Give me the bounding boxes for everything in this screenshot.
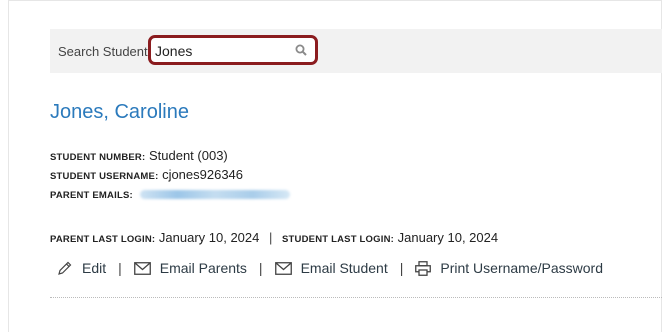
envelope-icon <box>133 261 151 275</box>
parent-last-login-label: PARENT LAST LOGIN: <box>50 234 156 245</box>
email-parents-button[interactable]: Email Parents <box>133 260 247 276</box>
envelope-icon <box>274 261 292 275</box>
student-last-login-value: January 10, 2024 <box>397 230 499 245</box>
student-number-row: STUDENT NUMBER: Student (003) <box>50 148 228 163</box>
parent-last-login-value: January 10, 2024 <box>158 230 260 245</box>
email-student-label: Email Student <box>300 260 388 276</box>
action-separator: | <box>118 260 122 276</box>
student-username-label: STUDENT USERNAME: <box>50 171 159 182</box>
action-separator: | <box>258 260 263 276</box>
student-number-value: Student (003) <box>148 148 228 163</box>
edit-button[interactable]: Edit <box>57 260 106 276</box>
frame-top-border <box>8 0 662 1</box>
student-number-label: STUDENT NUMBER: <box>50 152 146 163</box>
student-username-row: STUDENT USERNAME: cjones926346 <box>50 167 243 182</box>
search-bar: Search Students <box>50 29 662 73</box>
print-credentials-label: Print Username/Password <box>440 260 603 276</box>
search-icon[interactable] <box>295 44 307 56</box>
parent-emails-label: PARENT EMAILS: <box>50 190 133 201</box>
student-last-login-label: STUDENT LAST LOGIN: <box>282 234 395 245</box>
frame-left-border <box>8 0 9 332</box>
actions-bar: Edit | Email Parents | Email Student | P… <box>57 260 603 276</box>
section-divider <box>50 297 662 298</box>
login-row: PARENT LAST LOGIN: January 10, 2024 | ST… <box>50 230 498 245</box>
action-separator: | <box>399 260 404 276</box>
parent-emails-row: PARENT EMAILS: <box>50 186 291 201</box>
parent-emails-redacted[interactable] <box>140 190 291 200</box>
login-separator: | <box>269 230 273 245</box>
email-parents-label: Email Parents <box>159 260 247 276</box>
edit-label: Edit <box>82 260 107 276</box>
print-credentials-button[interactable]: Print Username/Password <box>415 260 603 276</box>
search-label: Search Students <box>58 44 155 59</box>
student-username-value: cjones926346 <box>162 167 244 182</box>
printer-icon <box>415 260 432 276</box>
pencil-icon <box>58 261 72 275</box>
search-box[interactable] <box>148 35 318 65</box>
search-input[interactable] <box>155 41 295 61</box>
student-name-link[interactable]: Jones, Caroline <box>50 101 189 124</box>
email-student-button[interactable]: Email Student <box>274 260 388 276</box>
